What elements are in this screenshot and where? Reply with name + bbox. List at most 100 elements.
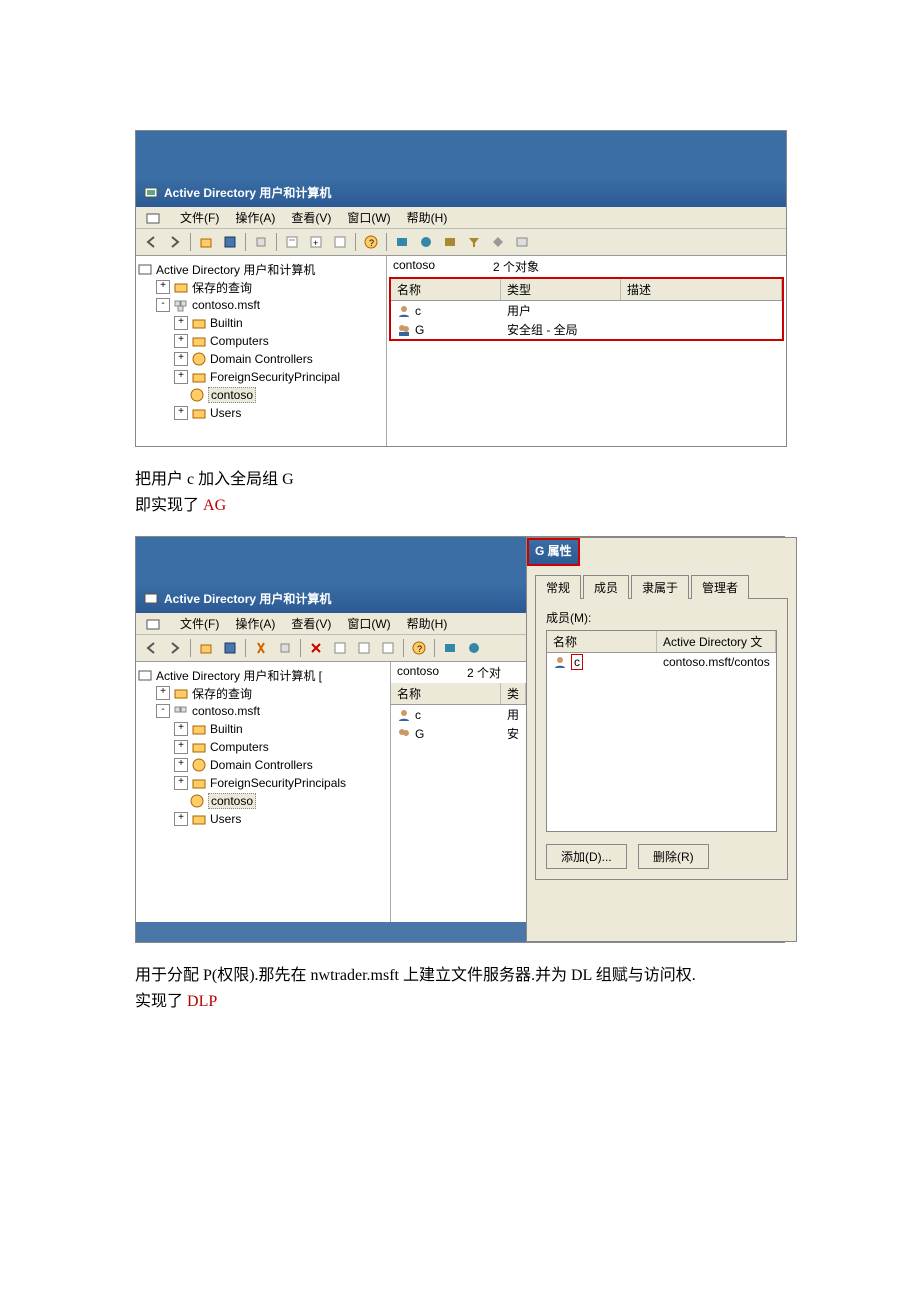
expand-icon[interactable]: + [174, 776, 188, 790]
menu-window[interactable]: 窗口(W) [343, 615, 394, 632]
cut-icon[interactable] [250, 637, 272, 659]
col-desc[interactable]: 描述 [621, 279, 782, 300]
show-hide-icon[interactable] [219, 231, 241, 253]
back-icon[interactable] [140, 637, 162, 659]
menu-help[interactable]: 帮助(H) [403, 615, 452, 632]
add-button[interactable]: 添加(D)... [546, 844, 627, 869]
list-row[interactable]: c 用户 [391, 301, 782, 320]
menu-help[interactable]: 帮助(H) [403, 209, 452, 226]
window-chrome [136, 537, 526, 583]
menu-window[interactable]: 窗口(W) [343, 209, 394, 226]
app-icon-small [142, 211, 164, 225]
col-type[interactable]: 类 [501, 683, 526, 704]
tree-contoso-ou[interactable]: contoso [138, 386, 384, 404]
toolbar-icon[interactable] [511, 231, 533, 253]
refresh-icon[interactable]: + [305, 231, 327, 253]
forward-icon[interactable] [164, 637, 186, 659]
collapse-icon[interactable]: - [156, 298, 170, 312]
properties-icon[interactable] [329, 637, 351, 659]
expand-icon[interactable]: + [174, 758, 188, 772]
tree-builtin[interactable]: + Builtin [138, 720, 388, 738]
toolbar-icon[interactable] [439, 637, 461, 659]
toolbar-icon[interactable] [487, 231, 509, 253]
expand-icon[interactable]: + [174, 316, 188, 330]
col-name[interactable]: 名称 [391, 683, 501, 704]
expand-icon[interactable]: + [174, 406, 188, 420]
expand-icon[interactable]: + [156, 280, 170, 294]
col-folder[interactable]: Active Directory 文 [657, 631, 776, 652]
menu-action[interactable]: 操作(A) [231, 209, 279, 226]
show-hide-icon[interactable] [219, 637, 241, 659]
list-row[interactable]: c 用 [391, 705, 526, 724]
tree-saved-queries[interactable]: + 保存的查询 [138, 278, 384, 296]
tree-label: Domain Controllers [210, 352, 313, 366]
tree-fsp[interactable]: + ForeignSecurityPrincipal [138, 368, 384, 386]
menu-file[interactable]: 文件(F) [176, 209, 223, 226]
folder-icon [192, 722, 206, 736]
tree-computers[interactable]: + Computers [138, 332, 384, 350]
tab-managed[interactable]: 管理者 [691, 575, 749, 599]
tree-label: Builtin [210, 722, 243, 736]
expand-icon[interactable]: + [174, 334, 188, 348]
tree-users[interactable]: + Users [138, 404, 384, 422]
delete-icon[interactable] [305, 637, 327, 659]
back-icon[interactable] [140, 231, 162, 253]
list-row[interactable]: G 安 [391, 724, 526, 743]
toolbar-icon[interactable] [391, 231, 413, 253]
toolbar-icon[interactable] [353, 637, 375, 659]
tree-builtin[interactable]: + Builtin [138, 314, 384, 332]
menu-view[interactable]: 查看(V) [287, 209, 335, 226]
expand-icon[interactable]: + [174, 812, 188, 826]
up-icon[interactable] [195, 637, 217, 659]
menu-action[interactable]: 操作(A) [231, 615, 279, 632]
remove-button[interactable]: 删除(R) [638, 844, 709, 869]
help-icon[interactable]: ? [408, 637, 430, 659]
expand-icon[interactable]: + [174, 722, 188, 736]
properties-icon[interactable] [281, 231, 303, 253]
member-row[interactable]: c contoso.msft/contos [547, 653, 776, 671]
text: 实现了 [135, 993, 187, 1010]
copy-icon[interactable] [250, 231, 272, 253]
tree-domain[interactable]: - contoso.msft [138, 702, 388, 720]
toolbar-icon[interactable] [415, 231, 437, 253]
up-icon[interactable] [195, 231, 217, 253]
tree-domain[interactable]: - contoso.msft [138, 296, 384, 314]
tab-members[interactable]: 成员 [583, 575, 629, 599]
list-row[interactable]: G 安全组 - 全局 [391, 320, 782, 339]
tree-root[interactable]: Active Directory 用户和计算机 [ [138, 666, 388, 684]
export-icon[interactable] [329, 231, 351, 253]
tree-saved-queries[interactable]: + 保存的查询 [138, 684, 388, 702]
col-name[interactable]: 名称 [391, 279, 501, 300]
help-icon[interactable]: ? [360, 231, 382, 253]
expand-icon[interactable]: + [174, 740, 188, 754]
cell-name: c [415, 708, 421, 722]
tree-label: Computers [210, 334, 269, 348]
expand-icon[interactable]: + [174, 352, 188, 366]
col-name[interactable]: 名称 [547, 631, 657, 652]
expand-icon[interactable]: + [174, 370, 188, 384]
export-icon[interactable] [377, 637, 399, 659]
forward-icon[interactable] [164, 231, 186, 253]
expand-icon[interactable]: + [156, 686, 170, 700]
tab-general[interactable]: 常规 [535, 575, 581, 599]
menu-file[interactable]: 文件(F) [176, 615, 223, 632]
tree-root[interactable]: Active Directory 用户和计算机 [138, 260, 384, 278]
tree-dc[interactable]: + Domain Controllers [138, 350, 384, 368]
tree-label: 保存的查询 [192, 685, 252, 702]
toolbar-icon[interactable] [463, 637, 485, 659]
tree-dc[interactable]: +Domain Controllers [138, 756, 388, 774]
filter-icon[interactable] [463, 231, 485, 253]
tree-users[interactable]: +Users [138, 810, 388, 828]
col-type[interactable]: 类型 [501, 279, 621, 300]
menu-view[interactable]: 查看(V) [287, 615, 335, 632]
tree-contoso-ou[interactable]: contoso [138, 792, 388, 810]
aduc-window-2: Active Directory 用户和计算机 文件(F) 操作(A) 查看(V… [136, 537, 526, 922]
copy-icon[interactable] [274, 637, 296, 659]
tab-memberof[interactable]: 隶属于 [631, 575, 689, 599]
tree-fsp[interactable]: +ForeignSecurityPrincipals [138, 774, 388, 792]
properties-dialog: G 属性 常规 成员 隶属于 管理者 成员(M): 名称 Active Dire… [526, 537, 797, 942]
composite-window-2: Active Directory 用户和计算机 文件(F) 操作(A) 查看(V… [135, 536, 785, 943]
tree-computers[interactable]: +Computers [138, 738, 388, 756]
toolbar-icon[interactable] [439, 231, 461, 253]
collapse-icon[interactable]: - [156, 704, 170, 718]
